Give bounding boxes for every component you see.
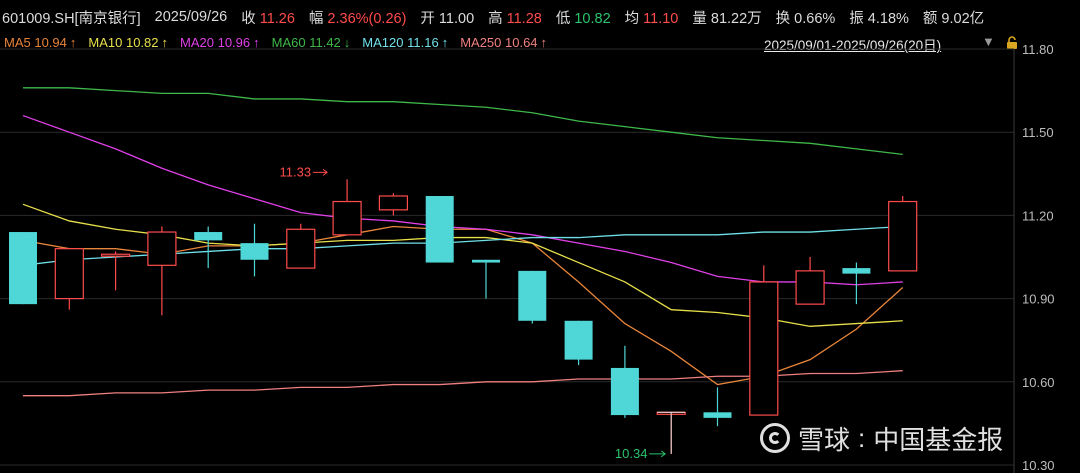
candle-body bbox=[749, 281, 779, 416]
candle-body bbox=[9, 232, 37, 305]
y-tick-label: 11.50 bbox=[1022, 125, 1054, 140]
low-annotation-label: 10.34 bbox=[615, 446, 648, 461]
candlestick-chart[interactable]: 11.80 11.50 11.20 10.90 10.60 10.30 11.33 10.34 bbox=[0, 0, 1080, 473]
candle-body bbox=[147, 231, 177, 266]
y-tick-label: 11.80 bbox=[1022, 42, 1054, 57]
ma-line-ma60 bbox=[23, 87, 903, 156]
candle-body bbox=[54, 248, 84, 300]
candle-body bbox=[610, 367, 639, 416]
candle-body bbox=[472, 259, 500, 263]
candle-body bbox=[100, 253, 131, 257]
watermark-source: 中国基金报 bbox=[873, 424, 1004, 455]
candle-body bbox=[842, 268, 871, 274]
y-tick-label: 10.60 bbox=[1022, 375, 1055, 390]
candle-body bbox=[240, 243, 269, 260]
candle-body bbox=[332, 200, 362, 236]
candle-body bbox=[378, 195, 408, 211]
candle-body bbox=[888, 200, 918, 272]
watermark-separator: : bbox=[858, 422, 866, 453]
watermark-brand: 雪球 bbox=[798, 424, 851, 455]
candle-body bbox=[703, 412, 732, 418]
candle-body bbox=[795, 270, 825, 305]
y-tick-label: 10.30 bbox=[1022, 458, 1055, 473]
candle-body bbox=[564, 320, 593, 360]
y-tick-label: 10.90 bbox=[1022, 292, 1055, 307]
snowball-logo-icon bbox=[760, 423, 790, 453]
y-tick-label: 11.20 bbox=[1022, 208, 1054, 223]
candle-body bbox=[518, 270, 547, 321]
candle-body bbox=[286, 228, 316, 269]
high-annotation-label: 11.33 bbox=[280, 164, 312, 179]
candle-body bbox=[194, 232, 223, 241]
watermark: 雪球 : 中国基金报 bbox=[760, 418, 1003, 458]
candle-body bbox=[425, 195, 454, 263]
